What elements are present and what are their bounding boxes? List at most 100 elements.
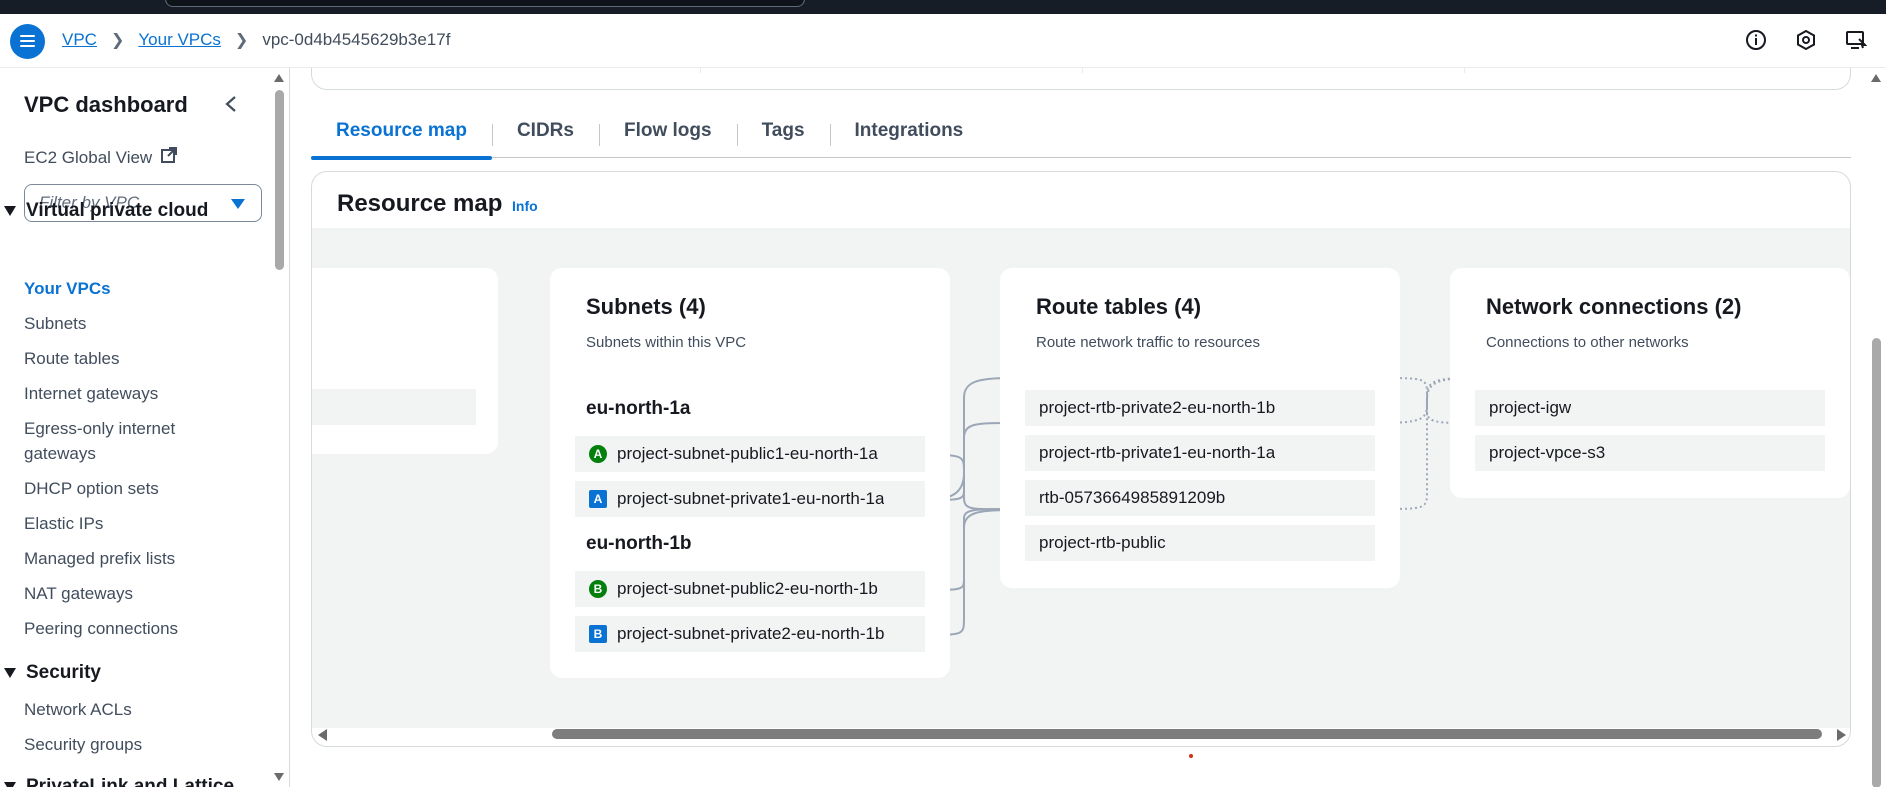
route-tables-title: Route tables (4) [1036,294,1202,319]
network-connections-panel: Network connections (2) Connections to o… [1450,268,1850,498]
sidebar-item-your-vpcs[interactable]: Your VPCs [24,276,224,301]
sidebar-item-dhcp-option-sets[interactable]: DHCP option sets [24,476,224,501]
sidebar: VPC dashboard EC2 Global View Filter by … [0,68,290,787]
subnets-title: Subnets (4) [586,294,706,319]
sidebar-item-route-tables[interactable]: Route tables [24,346,224,371]
route-table-name: rtb-0573664985891209b [1039,488,1226,507]
scroll-up-icon[interactable] [274,74,284,82]
sidebar-item-network-acls[interactable]: Network ACLs [24,697,224,722]
tab-tags[interactable]: Tags [736,112,830,158]
scrollbar-thumb[interactable] [552,729,1822,739]
network-connection-name: project-vpce-s3 [1489,443,1606,462]
az-heading-eu-north-1b: eu-north-1b [586,533,692,554]
sidebar-item-egress-only-internet-gateways[interactable]: Egress-only internet gateways [24,416,224,466]
resource-map-card: Resource map Info Subnets (4) Subnets wi… [311,171,1851,747]
screen-feedback-icon[interactable] [1844,28,1868,52]
network-connection-row[interactable]: project-igw [1475,390,1825,426]
cursor-marker [1189,754,1193,758]
vpc-details-card [311,68,1851,90]
route-table-row[interactable]: project-rtb-private1-eu-north-1a [1025,435,1375,471]
sidebar-item-ec2-global-view[interactable]: EC2 Global View [24,146,178,169]
route-table-row[interactable]: project-rtb-private2-eu-north-1b [1025,390,1375,426]
main-content: Resource map CIDRs Flow logs Tags Integr… [291,68,1886,787]
sidebar-scrollbar[interactable] [271,68,285,787]
caret-down-icon [231,199,245,209]
scroll-up-icon[interactable] [1871,74,1881,82]
info-icon[interactable] [1744,28,1768,52]
tab-flow-logs[interactable]: Flow logs [598,112,737,158]
route-table-name: project-rtb-private2-eu-north-1b [1039,398,1276,417]
caret-down-icon [4,782,16,787]
scroll-right-icon[interactable] [1837,729,1846,741]
route-tables-panel: Route tables (4) Route network traffic t… [1000,268,1400,588]
scrollbar-thumb[interactable] [275,90,284,270]
page-vertical-scrollbar[interactable] [1868,68,1884,787]
subnet-row[interactable]: A project-subnet-private1-eu-north-1a [575,481,925,517]
section-label: Virtual private cloud [26,200,209,221]
az-heading-eu-north-1a: eu-north-1a [586,398,691,419]
sidebar-item-security-groups[interactable]: Security groups [24,732,224,757]
global-search-box[interactable] [165,0,805,7]
subnet-row[interactable]: A project-subnet-public1-eu-north-1a [575,436,925,472]
sidebar-item-subnets[interactable]: Subnets [24,311,224,336]
breadcrumb-vpc-link[interactable]: VPC [62,30,97,50]
subnets-description: Subnets within this VPC [586,334,747,351]
breadcrumb: VPC ❯ Your VPCs ❯ vpc-0d4b4545629b3e17f [62,30,450,50]
subnets-panel: Subnets (4) Subnets within this VPC eu-n… [550,268,950,678]
chevron-right-icon: ❯ [234,32,249,49]
route-table-name: project-rtb-public [1039,533,1166,552]
info-link[interactable]: Info [512,198,538,214]
caret-down-icon [4,668,16,678]
subnet-name: project-subnet-private2-eu-north-1b [617,624,885,643]
section-security[interactable]: Security [0,662,101,684]
breadcrumb-bar: VPC ❯ Your VPCs ❯ vpc-0d4b4545629b3e17f [0,14,1886,68]
collapse-sidebar-icon[interactable] [224,95,238,118]
scroll-left-icon[interactable] [318,729,327,741]
network-connections-description: Connections to other networks [1486,334,1689,351]
route-tables-description: Route network traffic to resources [1036,334,1260,351]
resource-map-horizontal-scrollbar[interactable] [312,724,1850,744]
public-subnet-badge-icon: B [589,580,607,598]
resource-map-canvas[interactable]: Subnets (4) Subnets within this VPC eu-n… [312,228,1850,728]
sidebar-item-managed-prefix-lists[interactable]: Managed prefix lists [24,546,224,571]
tab-resource-map[interactable]: Resource map [311,112,492,160]
private-subnet-badge-icon: B [589,625,607,643]
tab-integrations[interactable]: Integrations [829,112,989,158]
tab-cidrs[interactable]: CIDRs [491,112,599,158]
settings-hexagon-icon[interactable] [1794,28,1818,52]
sidebar-item-elastic-ips[interactable]: Elastic IPs [24,511,224,536]
tab-bar: Resource map CIDRs Flow logs Tags Integr… [311,112,1851,160]
subnet-name: project-subnet-private1-eu-north-1a [617,489,885,508]
network-connection-row[interactable]: project-vpce-s3 [1475,435,1825,471]
caret-down-icon [4,206,16,216]
section-label: PrivateLink and Lattice [26,776,235,787]
network-connection-name: project-igw [1489,398,1572,417]
sidebar-item-peering-connections[interactable]: Peering connections [24,616,224,641]
subnet-row[interactable]: B project-subnet-private2-eu-north-1b [575,616,925,652]
breadcrumb-your-vpcs-link[interactable]: Your VPCs [138,30,221,50]
sidebar-title: VPC dashboard [24,92,188,117]
sidebar-item-nat-gateways[interactable]: NAT gateways [24,581,224,606]
top-navigation-bar [0,0,1886,14]
section-privatelink-and-lattice[interactable]: PrivateLink and Lattice [0,776,234,787]
breadcrumb-current: vpc-0d4b4545629b3e17f [262,30,451,49]
route-table-name: project-rtb-private1-eu-north-1a [1039,443,1276,462]
section-virtual-private-cloud[interactable]: Virtual private cloud [0,200,208,222]
subnet-row[interactable]: B project-subnet-public2-eu-north-1b [575,571,925,607]
scrollbar-thumb[interactable] [1872,338,1881,787]
route-table-row[interactable]: rtb-0573664985891209b [1025,480,1375,516]
resource-map-title: Resource map [337,190,503,217]
public-subnet-badge-icon: A [589,445,607,463]
menu-icon[interactable] [10,24,45,59]
sidebar-item-internet-gateways[interactable]: Internet gateways [24,381,224,406]
chevron-right-icon: ❯ [110,32,125,49]
sidebar-item-label: EC2 Global View [24,147,153,167]
scroll-down-icon[interactable] [274,773,284,781]
route-table-row[interactable]: project-rtb-public [1025,525,1375,561]
network-connections-title: Network connections (2) [1486,294,1742,319]
private-subnet-badge-icon: A [589,490,607,508]
subnet-name: project-subnet-public2-eu-north-1b [617,579,878,598]
section-label: Security [26,662,101,683]
subnet-name: project-subnet-public1-eu-north-1a [617,444,878,463]
external-link-icon [160,146,178,169]
